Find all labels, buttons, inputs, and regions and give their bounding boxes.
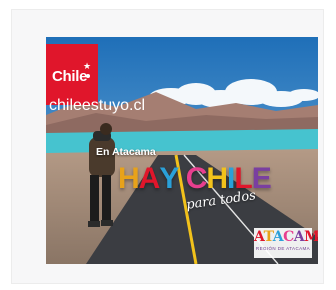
title-letter: A bbox=[138, 162, 161, 195]
region-logo-text: ATACAMA bbox=[254, 228, 318, 246]
brand-dot bbox=[86, 74, 90, 78]
region-logo-letter: M bbox=[304, 229, 318, 245]
region-subtitle: REGIÓN DE ATACAMA bbox=[255, 246, 311, 251]
region-logo-letter: T bbox=[263, 229, 274, 245]
title-letter: C bbox=[185, 162, 208, 195]
ad-headline: En Atacama bbox=[96, 146, 156, 158]
brand-wordmark: Chile bbox=[52, 68, 88, 85]
chile-brand-logo: Chile ★ bbox=[46, 44, 98, 105]
region-logo-letter: C bbox=[283, 229, 294, 245]
region-atacama-logo: ATACAMA REGIÓN DE ATACAMA bbox=[254, 228, 318, 258]
advertisement-banner[interactable]: Chile ★ chileestuyo.cl En Atacama HAY CH… bbox=[46, 37, 318, 264]
star-icon: ★ bbox=[83, 61, 92, 71]
region-logo-letter: A bbox=[254, 229, 264, 245]
region-logo-letter: A bbox=[272, 229, 284, 245]
title-letter: H bbox=[206, 162, 228, 195]
title-letter: H bbox=[118, 162, 140, 195]
brand-url[interactable]: chileestuyo.cl bbox=[49, 97, 145, 115]
title-letter bbox=[178, 162, 185, 196]
title-letter: Y bbox=[159, 162, 179, 195]
region-logo-letter: A bbox=[293, 229, 305, 245]
